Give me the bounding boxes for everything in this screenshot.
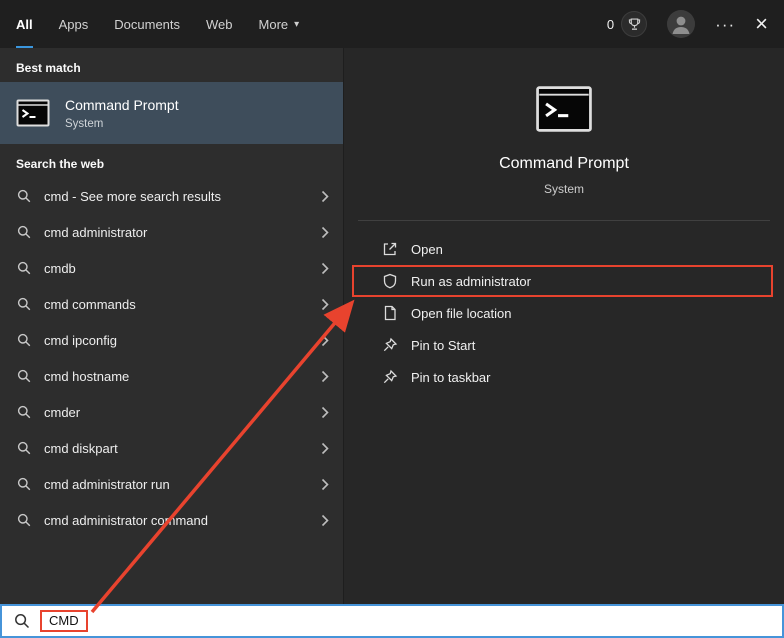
best-match-title: Command Prompt (65, 96, 179, 113)
open-icon (382, 241, 398, 257)
action-label: Open (411, 241, 443, 257)
chevron-right-icon[interactable] (321, 190, 329, 203)
result-detail-panel: Command Prompt System Open Run as admini… (343, 48, 784, 604)
action-open-file-location[interactable]: Open file location (344, 297, 784, 329)
search-icon (17, 297, 31, 311)
search-web-header: Search the web (16, 157, 105, 171)
search-top-bar: All Apps Documents Web More ▾ 0 ··· × (0, 0, 784, 48)
detail-divider (358, 220, 770, 221)
action-run-as-administrator[interactable]: Run as administrator (344, 265, 784, 297)
chevron-right-icon[interactable] (321, 514, 329, 527)
search-icon (17, 405, 31, 419)
pin-icon (382, 337, 398, 353)
search-input[interactable]: CMD (40, 609, 88, 633)
search-icon (17, 189, 31, 203)
topbar-right-controls: 0 ··· × (607, 10, 768, 38)
action-label: Open file location (411, 305, 512, 321)
suggestion-item[interactable]: cmd - See more search results (0, 178, 343, 214)
results-list-panel: Best match Command Prompt System Search … (0, 48, 343, 604)
chevron-right-icon[interactable] (321, 298, 329, 311)
suggestion-item[interactable]: cmd administrator run (0, 466, 343, 502)
action-pin-to-taskbar[interactable]: Pin to taskbar (344, 361, 784, 393)
suggestion-item[interactable]: cmd administrator command (0, 502, 343, 538)
chevron-right-icon[interactable] (321, 262, 329, 275)
rewards-count: 0 (606, 16, 615, 32)
action-list: Open Run as administrator Open file loca… (344, 233, 784, 393)
user-avatar[interactable] (667, 10, 696, 38)
detail-header: Command Prompt System (344, 48, 784, 196)
suggestion-label: cmdb (44, 260, 76, 276)
search-icon (17, 225, 31, 239)
action-label: Run as administrator (411, 273, 531, 289)
action-pin-to-start[interactable]: Pin to Start (344, 329, 784, 361)
suggestion-label: cmder (44, 404, 81, 420)
chevron-right-icon[interactable] (321, 406, 329, 419)
chevron-down-icon: ▾ (294, 18, 300, 30)
command-prompt-icon (16, 96, 50, 130)
search-icon (17, 477, 31, 491)
rewards-trophy-icon (621, 11, 648, 37)
tab-more[interactable]: More ▾ (259, 0, 300, 48)
action-label: Pin to Start (411, 337, 476, 353)
suggestion-item[interactable]: cmder (0, 394, 343, 430)
search-icon (17, 333, 31, 347)
suggestion-item[interactable]: cmd administrator (0, 214, 343, 250)
search-icon (17, 261, 31, 275)
action-open[interactable]: Open (344, 233, 784, 265)
suggestion-item[interactable]: cmd hostname (0, 358, 343, 394)
more-options-icon[interactable]: ··· (715, 16, 735, 33)
tab-documents[interactable]: Documents (114, 0, 180, 48)
suggestion-item[interactable]: cmd ipconfig (0, 322, 343, 358)
chevron-right-icon[interactable] (321, 442, 329, 455)
search-icon (17, 513, 31, 527)
suggestion-label: cmd administrator command (44, 512, 208, 528)
suggestion-label: cmd ipconfig (44, 332, 117, 348)
search-icon (17, 441, 31, 455)
best-match-text: Command Prompt System (65, 97, 179, 130)
tab-apps[interactable]: Apps (59, 0, 89, 48)
chevron-right-icon[interactable] (321, 370, 329, 383)
suggestion-label: cmd - See more search results (44, 188, 222, 204)
suggestion-item[interactable]: cmd commands (0, 286, 343, 322)
pin-icon (382, 369, 398, 385)
best-match-result[interactable]: Command Prompt System (0, 82, 343, 144)
chevron-right-icon[interactable] (321, 478, 329, 491)
detail-title: Command Prompt (499, 155, 629, 172)
chevron-right-icon[interactable] (321, 226, 329, 239)
tab-all[interactable]: All (16, 0, 33, 48)
search-icon (17, 369, 31, 383)
tab-more-label: More (258, 16, 289, 32)
suggestion-label: cmd diskpart (44, 440, 118, 456)
file-location-icon (382, 305, 398, 321)
suggestion-label: cmd administrator run (44, 476, 170, 492)
search-icon (14, 613, 30, 629)
best-match-header: Best match (16, 61, 81, 75)
suggestion-item[interactable]: cmdb (0, 250, 343, 286)
rewards-button[interactable]: 0 (606, 11, 648, 37)
suggestion-label: cmd administrator (44, 224, 148, 240)
chevron-right-icon[interactable] (321, 334, 329, 347)
action-label: Pin to taskbar (411, 369, 491, 385)
best-match-subtitle: System (65, 117, 104, 130)
taskbar-search-box[interactable]: CMD (0, 604, 784, 638)
windows-search-flyout: { "topbar": { "tabs": [ {"label": "All",… (0, 0, 784, 638)
web-suggestions-list: cmd - See more search results cmd admini… (0, 178, 343, 538)
search-filter-tabs: All Apps Documents Web More ▾ (16, 0, 299, 48)
suggestion-item[interactable]: cmd diskpart (0, 430, 343, 466)
command-prompt-icon-large (535, 80, 593, 138)
shield-icon (382, 273, 398, 289)
suggestion-label: cmd hostname (44, 368, 130, 384)
close-icon[interactable]: × (755, 13, 768, 35)
tab-web[interactable]: Web (206, 0, 233, 48)
detail-subtitle: System (543, 182, 584, 196)
suggestion-label: cmd commands (44, 296, 136, 312)
search-results-area: Best match Command Prompt System Search … (0, 48, 784, 604)
